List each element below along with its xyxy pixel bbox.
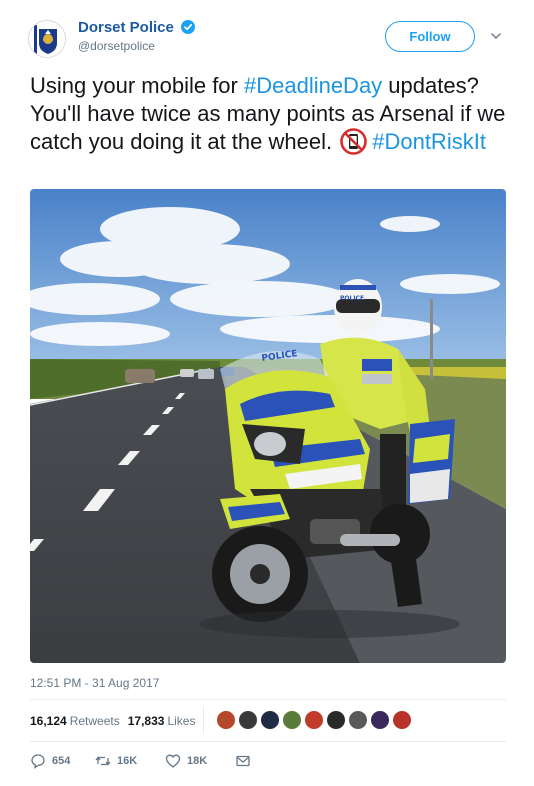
likes-count[interactable]: 17,833: [128, 714, 165, 728]
liker-avatar[interactable]: [348, 710, 368, 730]
liker-avatar[interactable]: [392, 710, 412, 730]
tweet-stats: 16,124 Retweets 17,833 Likes: [30, 714, 195, 728]
retweet-icon: [95, 756, 111, 766]
reply-icon: [31, 754, 45, 769]
liker-avatar[interactable]: [216, 710, 236, 730]
retweet-count: 16K: [117, 755, 138, 767]
reply-count: 654: [52, 755, 71, 767]
liker-avatar[interactable]: [370, 710, 390, 730]
no-mobile-phones-icon: [340, 128, 368, 155]
heart-icon: [165, 754, 181, 768]
like-button[interactable]: 18K: [165, 753, 207, 769]
tweet-actions: 654 16K 18K: [30, 753, 290, 771]
tweet-timestamp[interactable]: 12:51 PM - 31 Aug 2017: [30, 676, 159, 690]
account-names: Dorset Police @dorsetpolice: [78, 19, 196, 53]
divider: [30, 699, 506, 700]
stats-separator: [203, 706, 204, 734]
liker-avatar[interactable]: [304, 710, 324, 730]
tweet-photo[interactable]: POLICE POLICE: [30, 189, 506, 663]
reply-button[interactable]: 654: [30, 753, 70, 769]
liker-avatar[interactable]: [282, 710, 302, 730]
direct-message-button[interactable]: [235, 753, 257, 769]
account-handle[interactable]: @dorsetpolice: [78, 39, 195, 53]
likes-label[interactable]: Likes: [167, 714, 195, 728]
like-count: 18K: [187, 755, 208, 767]
display-name[interactable]: Dorset Police: [78, 19, 174, 36]
avatar[interactable]: [28, 20, 66, 58]
chevron-down-icon[interactable]: [489, 29, 503, 43]
helmet-marking: POLICE: [340, 295, 364, 302]
envelope-icon: [236, 755, 250, 767]
follow-button[interactable]: Follow: [385, 21, 475, 52]
liker-avatar[interactable]: [260, 710, 280, 730]
tweet-text-part1: Using your mobile for: [30, 73, 244, 98]
hashtag-link[interactable]: #DeadlineDay: [244, 73, 382, 98]
retweet-button[interactable]: 16K: [95, 753, 137, 769]
tweet-text: Using your mobile for #DeadlineDay updat…: [30, 72, 510, 156]
liker-avatar[interactable]: [326, 710, 346, 730]
retweets-label[interactable]: Retweets: [70, 714, 120, 728]
retweets-count[interactable]: 16,124: [30, 714, 67, 728]
hashtag-link[interactable]: #DontRiskIt: [372, 129, 486, 154]
verified-badge-icon: [181, 20, 196, 34]
liker-avatars: [216, 710, 414, 730]
liker-avatar[interactable]: [238, 710, 258, 730]
divider: [30, 741, 506, 742]
tweet-header: Dorset Police @dorsetpolice Follow: [28, 17, 518, 63]
